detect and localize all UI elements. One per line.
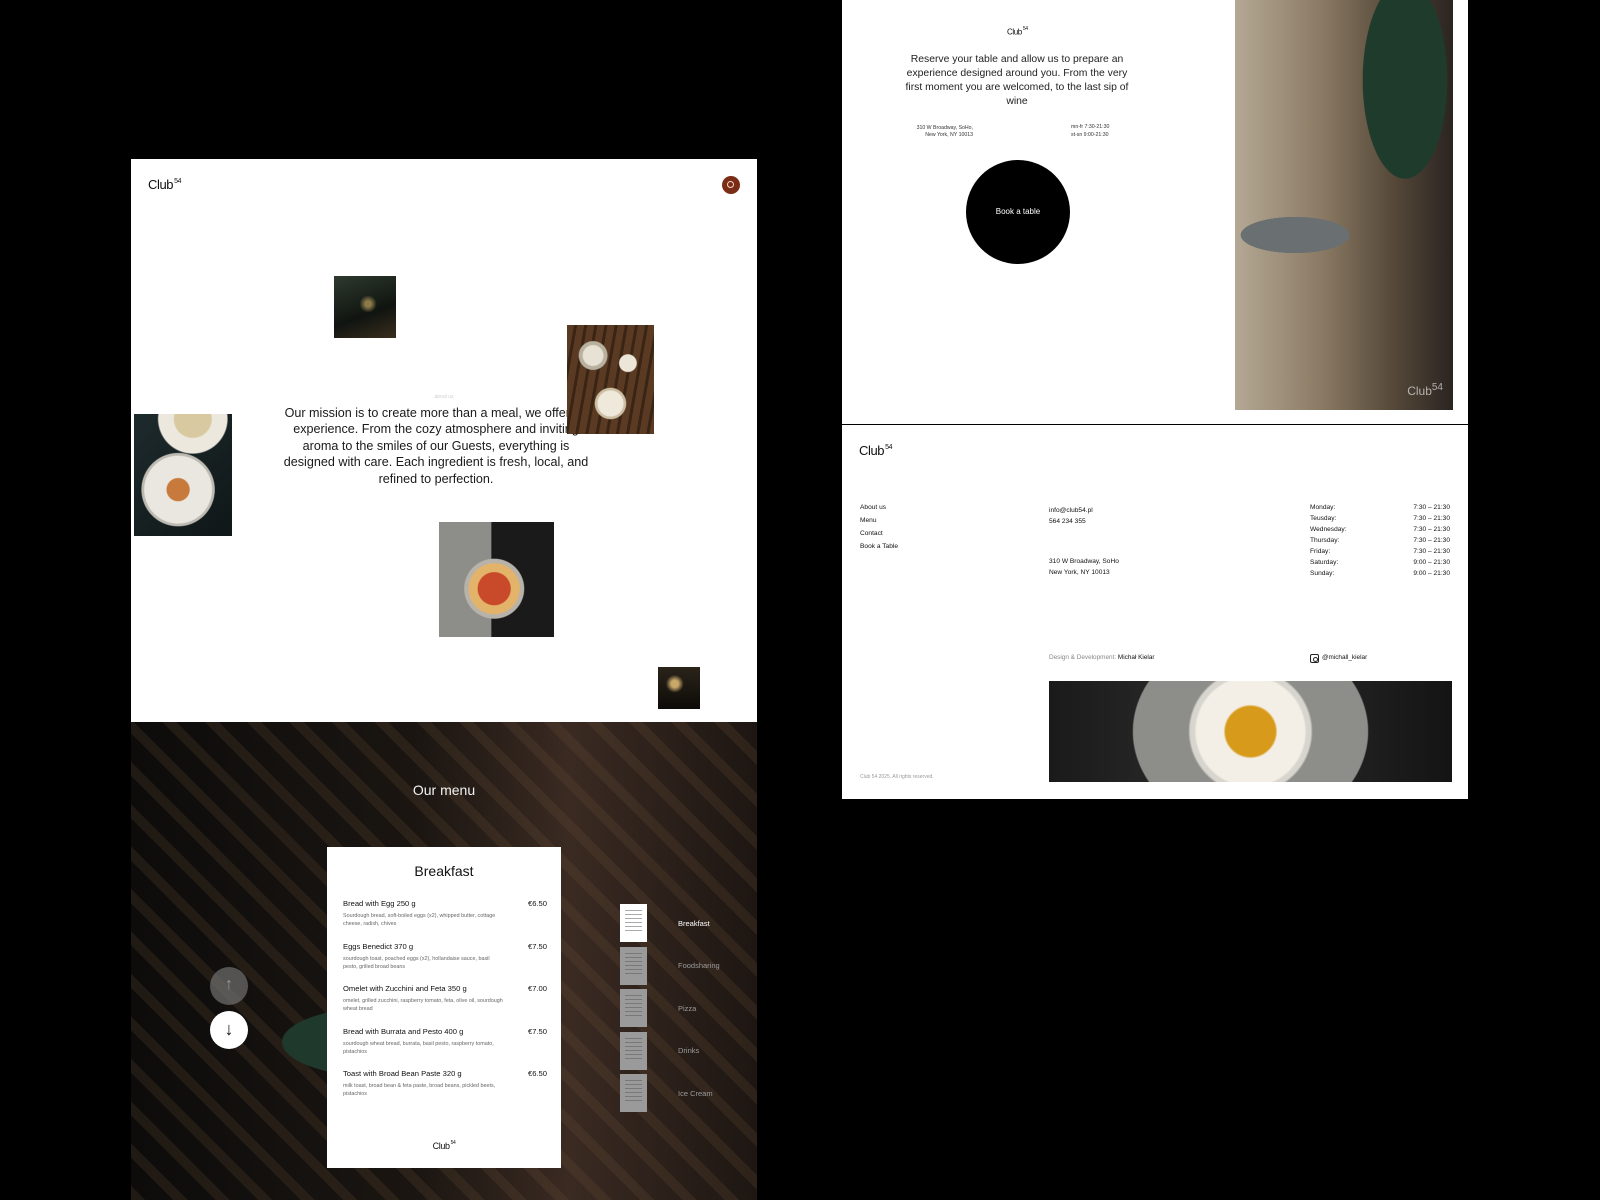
reserve-address-line2: New York, NY 10013 xyxy=(925,132,973,138)
soup-photo xyxy=(1049,681,1452,782)
hours-time: 7:30 – 21:30 xyxy=(1413,526,1450,533)
hours-time: 7:30 – 21:30 xyxy=(1413,537,1450,544)
about-section: Club54 about us Our mission is to create… xyxy=(131,159,757,722)
hours-time: 7:30 – 21:30 xyxy=(1413,504,1450,511)
menu-category-drinks[interactable]: Drinks xyxy=(678,1046,699,1055)
menu-item-desc: Sourdough bread, soft-boiled eggs (x2), … xyxy=(343,913,496,927)
reserve-logo: Club54 xyxy=(1007,26,1028,37)
reserve-hours-line1: mn-fr 7:30-21:30 xyxy=(1071,124,1110,130)
footer-link-menu[interactable]: Menu xyxy=(860,517,877,524)
hours-time: 7:30 – 21:30 xyxy=(1413,548,1450,555)
hours-day: Monday: xyxy=(1310,504,1336,511)
menu-card-title: Breakfast xyxy=(414,863,474,879)
menu-item: Bread with Egg 250 g €6.50 Sourdough bre… xyxy=(343,899,547,928)
menu-thumb[interactable] xyxy=(620,989,647,1027)
menu-title: Our menu xyxy=(412,782,476,798)
logo[interactable]: Club54 xyxy=(148,177,182,192)
bottles-photo xyxy=(334,276,396,338)
menu-item-price: €7.00 xyxy=(527,984,547,993)
footer-section: Club54 About us Menu Contact Book a Tabl… xyxy=(842,425,1468,799)
menu-item-name: Bread with Burrata and Pesto 400 g xyxy=(343,1027,464,1036)
book-table-button[interactable]: Book a table xyxy=(966,160,1070,264)
menu-thumb[interactable] xyxy=(620,947,647,985)
hours-day: Thursday: xyxy=(1310,537,1340,544)
photo-watermark-logo: Club54 xyxy=(1407,382,1443,398)
hours-day: Saturday: xyxy=(1310,559,1339,566)
reserve-text: Reserve your table and allow us to prepa… xyxy=(905,54,1129,107)
menu-item-desc: milk toast, broad bean & feta paste, bro… xyxy=(343,1083,496,1097)
hours-time: 7:30 – 21:30 xyxy=(1413,515,1450,522)
menu-item: Eggs Benedict 370 g €7.50 sourdough toas… xyxy=(343,942,547,971)
arrow-up-icon: ↑ xyxy=(225,976,233,993)
hours-day: Wednesday: xyxy=(1310,526,1347,533)
footer-address-line2: New York, NY 10013 xyxy=(1049,569,1110,576)
menu-item-name: Eggs Benedict 370 g xyxy=(343,942,414,951)
hours-day: Sunday: xyxy=(1310,570,1335,577)
designer-name[interactable]: Michał Kielar xyxy=(1118,654,1155,661)
hours-day: Friday: xyxy=(1310,548,1331,555)
pizza-photo xyxy=(439,522,554,637)
menu-category-pizza[interactable]: Pizza xyxy=(678,1004,696,1013)
menu-card-logo: Club54 xyxy=(432,1140,456,1151)
menu-category-ice-cream[interactable]: Ice Cream xyxy=(678,1089,713,1098)
menu-card: Breakfast Bread with Egg 250 g €6.50 Sou… xyxy=(327,847,561,1168)
menu-item-price: €6.50 xyxy=(527,1069,547,1078)
about-kicker: about us xyxy=(434,394,454,400)
menu-thumb[interactable] xyxy=(620,904,647,942)
reserve-section: Club54 Reserve your table and allow us t… xyxy=(842,0,1468,424)
menu-item-desc: sourdough toast, poached eggs (x2), holl… xyxy=(343,956,490,970)
footer-address-line1: 310 W Broadway, SoHo xyxy=(1049,558,1119,565)
scroll-down-button[interactable]: ↓ xyxy=(210,1011,248,1049)
hours-day: Teusday: xyxy=(1310,515,1337,522)
reserve-hours-line2: st-sn 9:00-21:30 xyxy=(1071,132,1109,138)
hours-time: 9:00 – 21:30 xyxy=(1413,559,1450,566)
menu-item: Omelet with Zucchini and Feta 350 g €7.0… xyxy=(343,984,547,1013)
menu-item-name: Toast with Broad Bean Paste 320 g xyxy=(343,1069,462,1078)
book-table-label: Book a table xyxy=(995,207,1041,216)
plate-photo xyxy=(134,414,232,536)
design-credit: Design & Development: Michał Kielar xyxy=(1049,654,1155,661)
reserve-address-line1: 310 W Broadway, SoHo, xyxy=(916,125,973,131)
menu-item-desc: sourdough wheat bread, burrata, basil pe… xyxy=(343,1041,494,1055)
menu-category-breakfast[interactable]: Breakfast xyxy=(678,919,710,928)
menu-item-price: €6.50 xyxy=(527,899,547,908)
menu-item-name: Bread with Egg 250 g xyxy=(343,899,416,908)
footer-link-contact[interactable]: Contact xyxy=(860,530,883,537)
arrow-down-icon: ↓ xyxy=(224,1019,234,1039)
footer-phone[interactable]: 564 234 355 xyxy=(1049,516,1086,527)
menu-item-name: Omelet with Zucchini and Feta 350 g xyxy=(343,984,467,993)
menu-thumb[interactable] xyxy=(620,1032,647,1070)
footer-link-book[interactable]: Book a Table xyxy=(860,543,898,550)
copyright: Club 54 2025. All rights reserved. xyxy=(860,774,934,780)
menu-item-price: €7.50 xyxy=(527,1027,547,1036)
menu-section: Our menu Breakfast Bread with Egg 250 g … xyxy=(131,722,757,1200)
menu-category-foodsharing[interactable]: Foodsharing xyxy=(678,961,720,970)
hours-time: 9:00 – 21:30 xyxy=(1413,570,1450,577)
menu-thumb[interactable] xyxy=(620,1074,647,1112)
instagram-icon[interactable] xyxy=(1310,654,1319,663)
menu-item: Bread with Burrata and Pesto 400 g €7.50… xyxy=(343,1027,547,1056)
footer-email[interactable]: info@club54.pl xyxy=(1049,505,1093,516)
mission-text: Our mission is to create more than a mea… xyxy=(283,406,589,486)
menu-item: Toast with Broad Bean Paste 320 g €6.50 … xyxy=(343,1069,547,1098)
interior-photo xyxy=(658,667,700,709)
footer-logo[interactable]: Club54 xyxy=(859,443,893,458)
language-button[interactable] xyxy=(722,176,740,194)
footer-link-about[interactable]: About us xyxy=(860,504,886,511)
instagram-handle[interactable]: @michall_kielar xyxy=(1322,654,1367,661)
table-dishes-photo xyxy=(567,325,654,434)
menu-item-desc: omelet, grilled zucchini, raspberry toma… xyxy=(343,998,503,1012)
menu-item-price: €7.50 xyxy=(527,942,547,951)
scroll-up-button[interactable]: ↑ xyxy=(210,967,248,1005)
restaurant-photo: Club54 xyxy=(1235,0,1453,410)
